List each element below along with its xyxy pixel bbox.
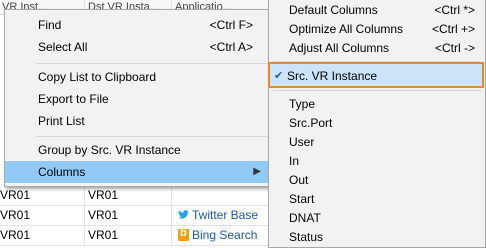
dst-vr-cell: VR01 bbox=[88, 188, 119, 202]
submenu-item-adjust-all[interactable]: Adjust All Columns <Ctrl -> bbox=[269, 37, 485, 59]
menu-item-label: Src.Port bbox=[289, 116, 333, 130]
menu-item-label: Status bbox=[289, 230, 324, 244]
checkmark-icon: ✔ bbox=[274, 70, 284, 82]
bing-icon bbox=[178, 227, 189, 241]
application-cell: Bing Search bbox=[178, 227, 258, 242]
dst-vr-cell: VR01 bbox=[88, 208, 119, 222]
menu-item-select-all[interactable]: Select All <Ctrl A> bbox=[5, 36, 271, 58]
menu-item-label: Adjust All Columns bbox=[289, 41, 390, 55]
menu-item-label: Type bbox=[289, 97, 316, 111]
submenu-column-status[interactable]: Status bbox=[269, 226, 485, 248]
menu-item-shortcut: <Ctrl -> bbox=[434, 41, 475, 55]
menu-item-label: Out bbox=[289, 173, 309, 187]
menu-item-label: DNAT bbox=[289, 211, 321, 225]
application-name: Twitter Base bbox=[192, 208, 259, 222]
src-vr-cell: VR01 bbox=[0, 188, 31, 202]
menu-item-shortcut: <Ctrl A> bbox=[209, 40, 253, 54]
menu-separator bbox=[273, 90, 482, 91]
menu-item-label: Copy List to Clipboard bbox=[38, 70, 157, 84]
menu-item-shortcut: <Ctrl +> bbox=[431, 22, 475, 36]
menu-item-print-list[interactable]: Print List bbox=[5, 110, 271, 132]
menu-item-label: Start bbox=[289, 192, 315, 206]
menu-item-group-by[interactable]: Group by Src. VR Instance bbox=[5, 139, 271, 161]
menu-item-label: Export to File bbox=[38, 92, 109, 106]
chevron-right-icon: ▶ bbox=[253, 166, 261, 177]
application-cell: Twitter Base bbox=[178, 208, 258, 222]
menu-separator bbox=[36, 63, 268, 64]
application-name: Bing Search bbox=[192, 228, 258, 242]
menu-separator bbox=[36, 136, 268, 137]
menu-item-export-to-file[interactable]: Export to File bbox=[5, 88, 271, 110]
menu-item-label: Columns bbox=[38, 165, 86, 179]
src-vr-cell: VR01 bbox=[0, 228, 31, 242]
menu-item-shortcut: <Ctrl F> bbox=[209, 18, 253, 32]
menu-item-label: Optimize All Columns bbox=[289, 22, 404, 36]
menu-item-label: Group by Src. VR Instance bbox=[38, 143, 181, 157]
menu-item-columns[interactable]: Columns ▶ bbox=[5, 161, 271, 183]
menu-item-find[interactable]: Find <Ctrl F> bbox=[5, 14, 271, 36]
menu-item-label: Print List bbox=[38, 114, 85, 128]
src-vr-cell: VR01 bbox=[0, 208, 31, 222]
menu-item-shortcut: <Ctrl *> bbox=[434, 3, 475, 17]
menu-item-label: Src. VR Instance bbox=[287, 69, 378, 83]
menu-item-copy-list[interactable]: Copy List to Clipboard bbox=[5, 66, 271, 88]
menu-item-label: Default Columns bbox=[289, 3, 378, 17]
context-menu: Find <Ctrl F> Select All <Ctrl A> Copy L… bbox=[4, 9, 272, 187]
dst-vr-cell: VR01 bbox=[88, 228, 119, 242]
submenu-column-src-vr-instance[interactable]: ✔ Src. VR Instance bbox=[268, 62, 484, 88]
menu-item-label: Find bbox=[38, 18, 62, 32]
columns-submenu: Default Columns <Ctrl *> Optimize All Co… bbox=[268, 0, 486, 248]
twitter-icon bbox=[178, 210, 189, 219]
menu-item-label: In bbox=[289, 154, 300, 168]
menu-item-label: User bbox=[289, 135, 315, 149]
menu-item-label: Select All bbox=[38, 40, 88, 54]
